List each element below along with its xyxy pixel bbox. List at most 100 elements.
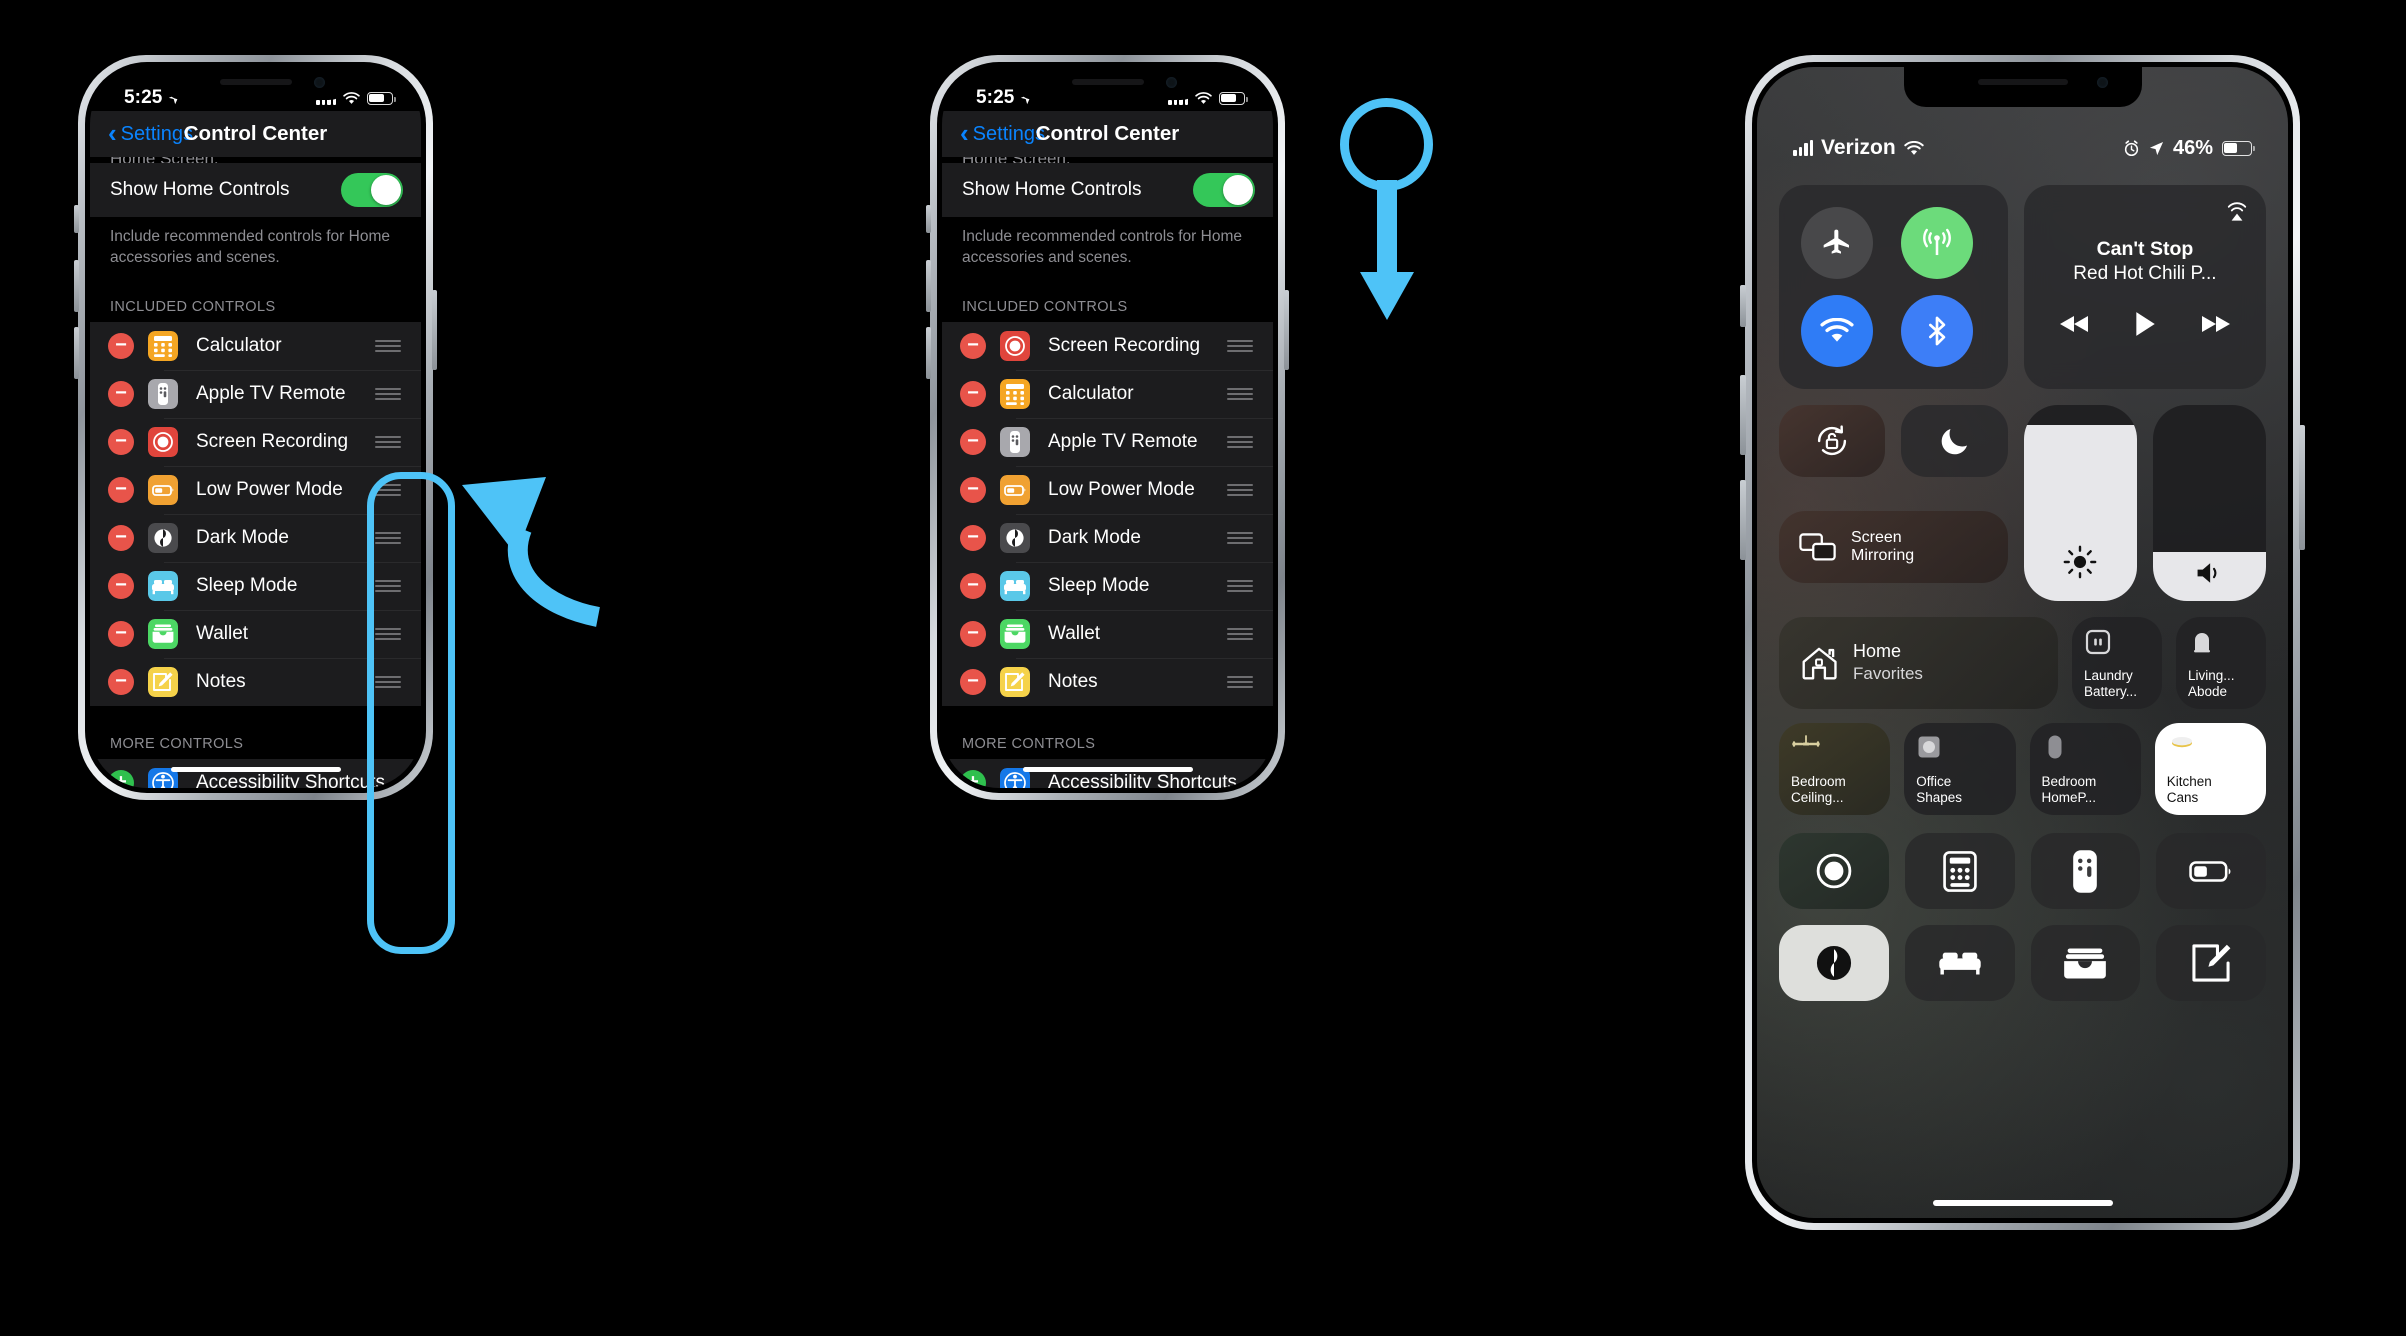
control-row[interactable]: − Apple TV Remote	[90, 369, 421, 418]
volume-down-button[interactable]	[74, 327, 79, 379]
drag-handle-icon[interactable]	[375, 627, 401, 640]
calculator-button[interactable]	[1904, 833, 2015, 909]
show-home-controls-toggle[interactable]	[341, 173, 403, 207]
remove-control-button[interactable]: −	[960, 332, 986, 359]
remove-control-button[interactable]: −	[108, 428, 134, 455]
play-button[interactable]	[2134, 311, 2156, 337]
power-button[interactable]	[2299, 425, 2305, 550]
drag-handle-icon[interactable]	[375, 339, 401, 352]
remove-control-button[interactable]: −	[960, 476, 986, 503]
mute-switch[interactable]	[926, 205, 931, 233]
power-button[interactable]	[1284, 290, 1289, 370]
volume-up-button[interactable]	[926, 260, 931, 312]
drag-handle-icon[interactable]	[1227, 387, 1253, 400]
control-row[interactable]: − Calculator	[942, 369, 1273, 418]
notes-button[interactable]	[2156, 925, 2266, 1001]
drag-handle-icon[interactable]	[1227, 675, 1253, 688]
show-home-controls-toggle[interactable]	[1193, 173, 1255, 207]
volume-slider[interactable]	[2152, 405, 2266, 601]
rewind-button[interactable]	[2059, 314, 2090, 334]
show-home-controls-row[interactable]: Show Home Controls	[942, 163, 1273, 217]
drag-handle-icon[interactable]	[375, 531, 401, 544]
remove-control-button[interactable]: −	[108, 572, 134, 599]
bluetooth-button[interactable]	[1901, 295, 1974, 367]
remove-control-button[interactable]: −	[960, 428, 986, 455]
drag-handle-icon[interactable]	[375, 387, 401, 400]
remove-control-button[interactable]: −	[960, 524, 986, 551]
volume-up-button[interactable]	[1740, 375, 1746, 455]
control-row[interactable]: − Notes	[942, 657, 1273, 706]
control-row[interactable]: − Low Power Mode	[90, 465, 421, 514]
remove-control-button[interactable]: −	[108, 380, 134, 407]
accessory-tile-office-shapes[interactable]: Office Shapes	[1904, 723, 2016, 815]
home-favorites-tile[interactable]: Home Favorites	[1779, 617, 2058, 709]
airplane-mode-button[interactable]	[1801, 207, 1873, 279]
settings-scroll-content[interactable]: Home Screen. Show Home Controls Include …	[90, 149, 421, 788]
remove-control-button[interactable]: −	[108, 476, 134, 503]
back-button[interactable]: ‹ Settings	[108, 120, 193, 146]
volume-down-button[interactable]	[1740, 480, 1746, 560]
screen-recording-button[interactable]	[1779, 833, 1889, 909]
accessory-tile-living[interactable]: Living... Abode	[2176, 617, 2266, 709]
sleep-mode-button[interactable]	[1904, 925, 2015, 1001]
drag-handle-icon[interactable]	[1227, 531, 1253, 544]
accessory-tile-laundry[interactable]: Laundry Battery...	[2072, 617, 2162, 709]
rotation-lock-button[interactable]	[1779, 405, 1886, 477]
control-row[interactable]: − Screen Recording	[942, 321, 1273, 370]
remove-control-button[interactable]: −	[960, 572, 986, 599]
remove-control-button[interactable]: −	[108, 668, 134, 695]
control-row[interactable]: − Low Power Mode	[942, 465, 1273, 514]
drag-handle-icon[interactable]	[375, 435, 401, 448]
remove-control-button[interactable]: −	[960, 668, 986, 695]
accessory-tile-bedroom-homepod[interactable]: Bedroom HomeP...	[2029, 723, 2141, 815]
drag-handle-icon[interactable]	[1227, 627, 1253, 640]
remove-control-button[interactable]: −	[960, 620, 986, 647]
add-control-button[interactable]: +	[960, 769, 986, 788]
remove-control-button[interactable]: −	[108, 620, 134, 647]
low-power-mode-button[interactable]	[2156, 833, 2266, 909]
forward-button[interactable]	[2200, 314, 2230, 334]
show-home-controls-row[interactable]: Show Home Controls	[90, 163, 421, 217]
apple-tv-remote-button[interactable]	[2030, 833, 2141, 909]
wifi-button[interactable]	[1801, 295, 1873, 367]
mute-switch[interactable]	[74, 205, 79, 233]
mute-switch[interactable]	[1740, 285, 1746, 327]
drag-handle-icon[interactable]	[1227, 483, 1253, 496]
do-not-disturb-button[interactable]	[1901, 405, 2008, 477]
wallet-button[interactable]	[2030, 925, 2141, 1001]
control-row[interactable]: − Calculator	[90, 321, 421, 370]
volume-up-button[interactable]	[74, 260, 79, 312]
drag-handle-icon[interactable]	[375, 579, 401, 592]
add-control-button[interactable]: +	[108, 769, 134, 788]
control-row[interactable]: − Wallet	[942, 609, 1273, 658]
control-row[interactable]: − Sleep Mode	[90, 561, 421, 610]
drag-handle-icon[interactable]	[1227, 339, 1253, 352]
control-row[interactable]: + Accessibility Shortcuts	[942, 758, 1273, 788]
drag-handle-icon[interactable]	[375, 483, 401, 496]
airplay-audio-icon[interactable]	[2224, 199, 2250, 225]
drag-handle-icon[interactable]	[1227, 435, 1253, 448]
drag-handle-icon[interactable]	[375, 675, 401, 688]
control-row[interactable]: − Sleep Mode	[942, 561, 1273, 610]
drag-handle-icon[interactable]	[1227, 579, 1253, 592]
control-row[interactable]: − Dark Mode	[942, 513, 1273, 562]
control-row[interactable]: − Screen Recording	[90, 417, 421, 466]
accessory-tile-bedroom-ceiling[interactable]: Bedroom Ceiling...	[1779, 723, 1891, 815]
settings-scroll-content[interactable]: Home Screen. Show Home Controls Include …	[942, 149, 1273, 788]
volume-down-button[interactable]	[926, 327, 931, 379]
power-button[interactable]	[432, 290, 437, 370]
back-button[interactable]: ‹ Settings	[960, 120, 1045, 146]
accessory-tile-kitchen-cans[interactable]: Kitchen Cans	[2154, 723, 2266, 815]
control-row[interactable]: − Wallet	[90, 609, 421, 658]
cellular-data-button[interactable]	[1901, 207, 1974, 279]
control-row[interactable]: + Accessibility Shortcuts	[90, 758, 421, 788]
control-row[interactable]: − Dark Mode	[90, 513, 421, 562]
brightness-slider[interactable]	[2023, 405, 2137, 601]
control-row[interactable]: − Notes	[90, 657, 421, 706]
remove-control-button[interactable]: −	[108, 332, 134, 359]
dark-mode-button[interactable]	[1779, 925, 1889, 1001]
remove-control-button[interactable]: −	[960, 380, 986, 407]
remove-control-button[interactable]: −	[108, 524, 134, 551]
screen-mirroring-button[interactable]: Screen Mirroring	[1779, 511, 2008, 583]
control-row[interactable]: − Apple TV Remote	[942, 417, 1273, 466]
